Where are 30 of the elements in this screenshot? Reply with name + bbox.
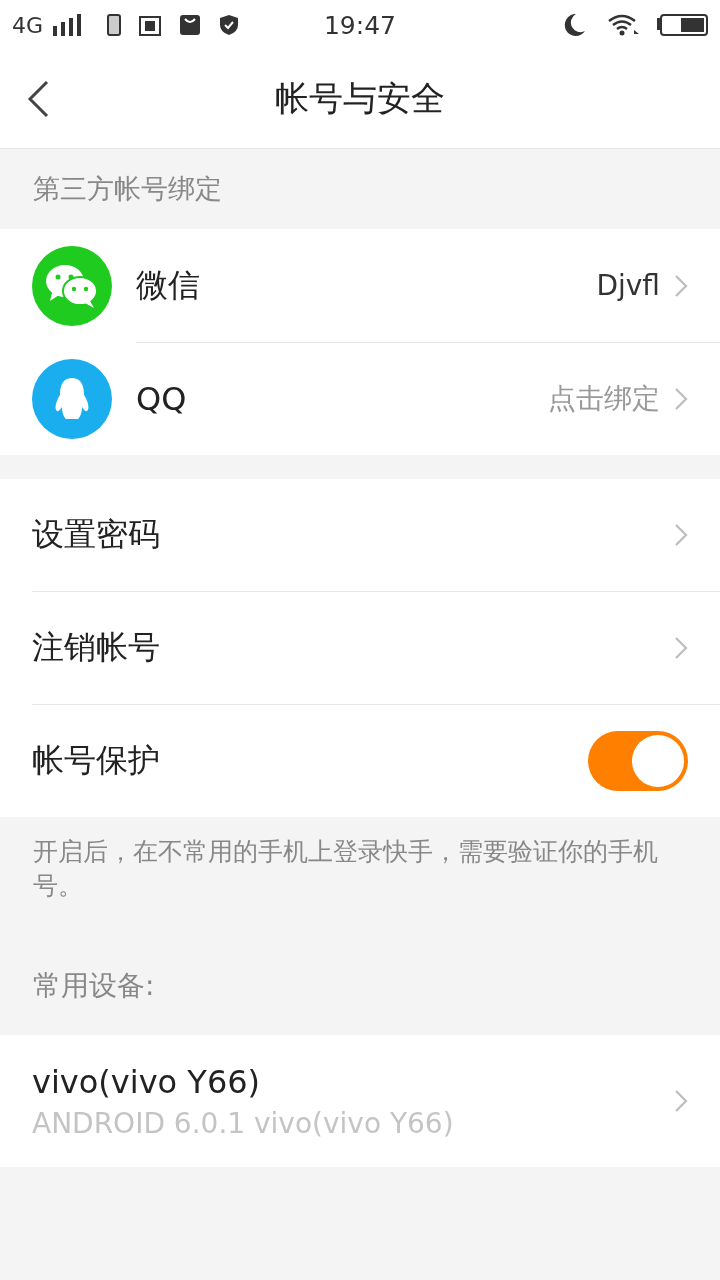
wifi-icon bbox=[608, 14, 640, 36]
binding-status[interactable]: Djvfl bbox=[596, 269, 660, 302]
chevron-icon bbox=[674, 387, 688, 411]
chevron-icon bbox=[674, 523, 688, 547]
moon-icon bbox=[564, 13, 586, 37]
network-label: 4G bbox=[12, 12, 44, 38]
setting-label[interactable]: 设置密码 bbox=[32, 513, 674, 557]
signal-icon bbox=[53, 14, 84, 36]
toggle-switch[interactable] bbox=[588, 731, 688, 791]
clock-time: 19:47 bbox=[323, 10, 396, 40]
phone-icon bbox=[107, 14, 122, 36]
notification-icon bbox=[139, 14, 162, 36]
account-name: 微信 bbox=[136, 264, 201, 306]
device-detail: ANDROID 6.0.1 vivo(vivo Y66) bbox=[32, 1106, 455, 1140]
chevron-icon bbox=[674, 273, 688, 298]
device-row[interactable]: vivo(vivo Y66) ANDROID 6.0.1 vivo(vivo Y66) bbox=[0, 1035, 720, 1167]
account-name: QQ bbox=[136, 380, 188, 418]
setting-label[interactable]: 注销帐号 bbox=[32, 626, 674, 670]
bag-icon bbox=[179, 14, 202, 36]
chevron-icon bbox=[674, 1089, 688, 1113]
setting-label: 帐号保护 bbox=[32, 740, 161, 781]
protection-note: 开启后，在不常用的手机上登录快手，需要验证你的手机号。 bbox=[33, 837, 658, 900]
battery-icon bbox=[656, 13, 708, 37]
chevron-icon bbox=[674, 636, 688, 660]
section-heading: 第三方帐号绑定 bbox=[33, 172, 222, 206]
device-name: vivo(vivo Y66) bbox=[32, 1062, 262, 1101]
section-heading: 常用设备: bbox=[33, 968, 155, 1004]
back-button[interactable] bbox=[26, 80, 50, 118]
page-title: 帐号与安全 bbox=[275, 77, 445, 120]
shield-icon bbox=[219, 14, 240, 36]
